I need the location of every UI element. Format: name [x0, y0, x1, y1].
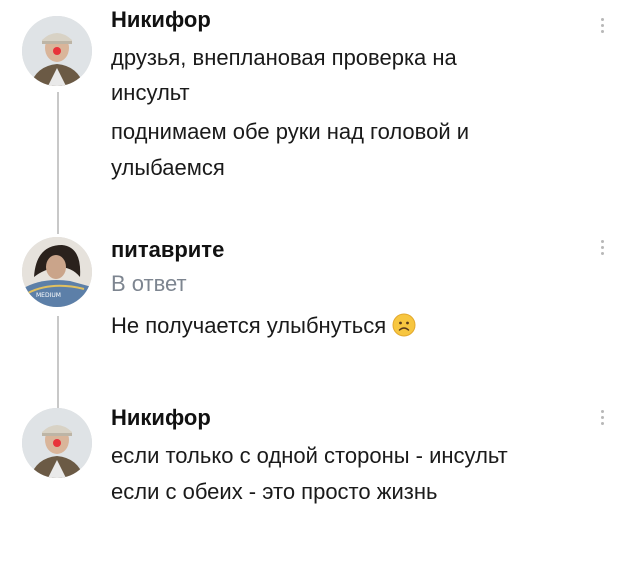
more-menu-icon[interactable] — [596, 16, 608, 38]
comment-author[interactable]: Никифор — [111, 6, 211, 34]
comment-text-line: Не получается улыбнуться — [111, 310, 416, 346]
comment: Никифор если только с одной стороны - ин… — [0, 400, 640, 520]
comment-text: Не получается улыбнуться — [111, 313, 387, 338]
avatar[interactable]: MEDIUM — [22, 237, 92, 307]
avatar[interactable] — [22, 408, 92, 478]
girl-with-cap-avatar-icon: MEDIUM — [22, 237, 92, 307]
comment: MEDIUM питаврите В ответ Не получается у… — [0, 228, 640, 358]
man-with-clown-nose-avatar-icon — [22, 408, 92, 478]
avatar[interactable] — [22, 16, 92, 86]
more-menu-icon[interactable] — [596, 238, 608, 260]
comment: Никифор друзья, внеплановая проверка на … — [0, 0, 640, 200]
reply-to-link[interactable]: В ответ — [111, 270, 187, 298]
comment-text-line: если только с одной стороны - инсульт — [111, 443, 508, 468]
svg-text:MEDIUM: MEDIUM — [36, 292, 61, 299]
comment-text-line: друзья, внеплановая проверка на — [111, 45, 457, 70]
comment-text-line: если с обеих - это просто жизнь — [111, 479, 438, 504]
comment-text-line: поднимаем обе руки над головой и — [111, 119, 470, 144]
sad-face-emoji-icon — [392, 313, 416, 346]
comment-text-line: инсульт — [111, 80, 190, 105]
comment-text-line: улыбаемся — [111, 155, 225, 180]
comment-author[interactable]: Никифор — [111, 404, 211, 432]
more-menu-icon[interactable] — [596, 408, 608, 430]
comment-author[interactable]: питаврите — [111, 236, 224, 264]
man-with-clown-nose-avatar-icon — [22, 16, 92, 86]
